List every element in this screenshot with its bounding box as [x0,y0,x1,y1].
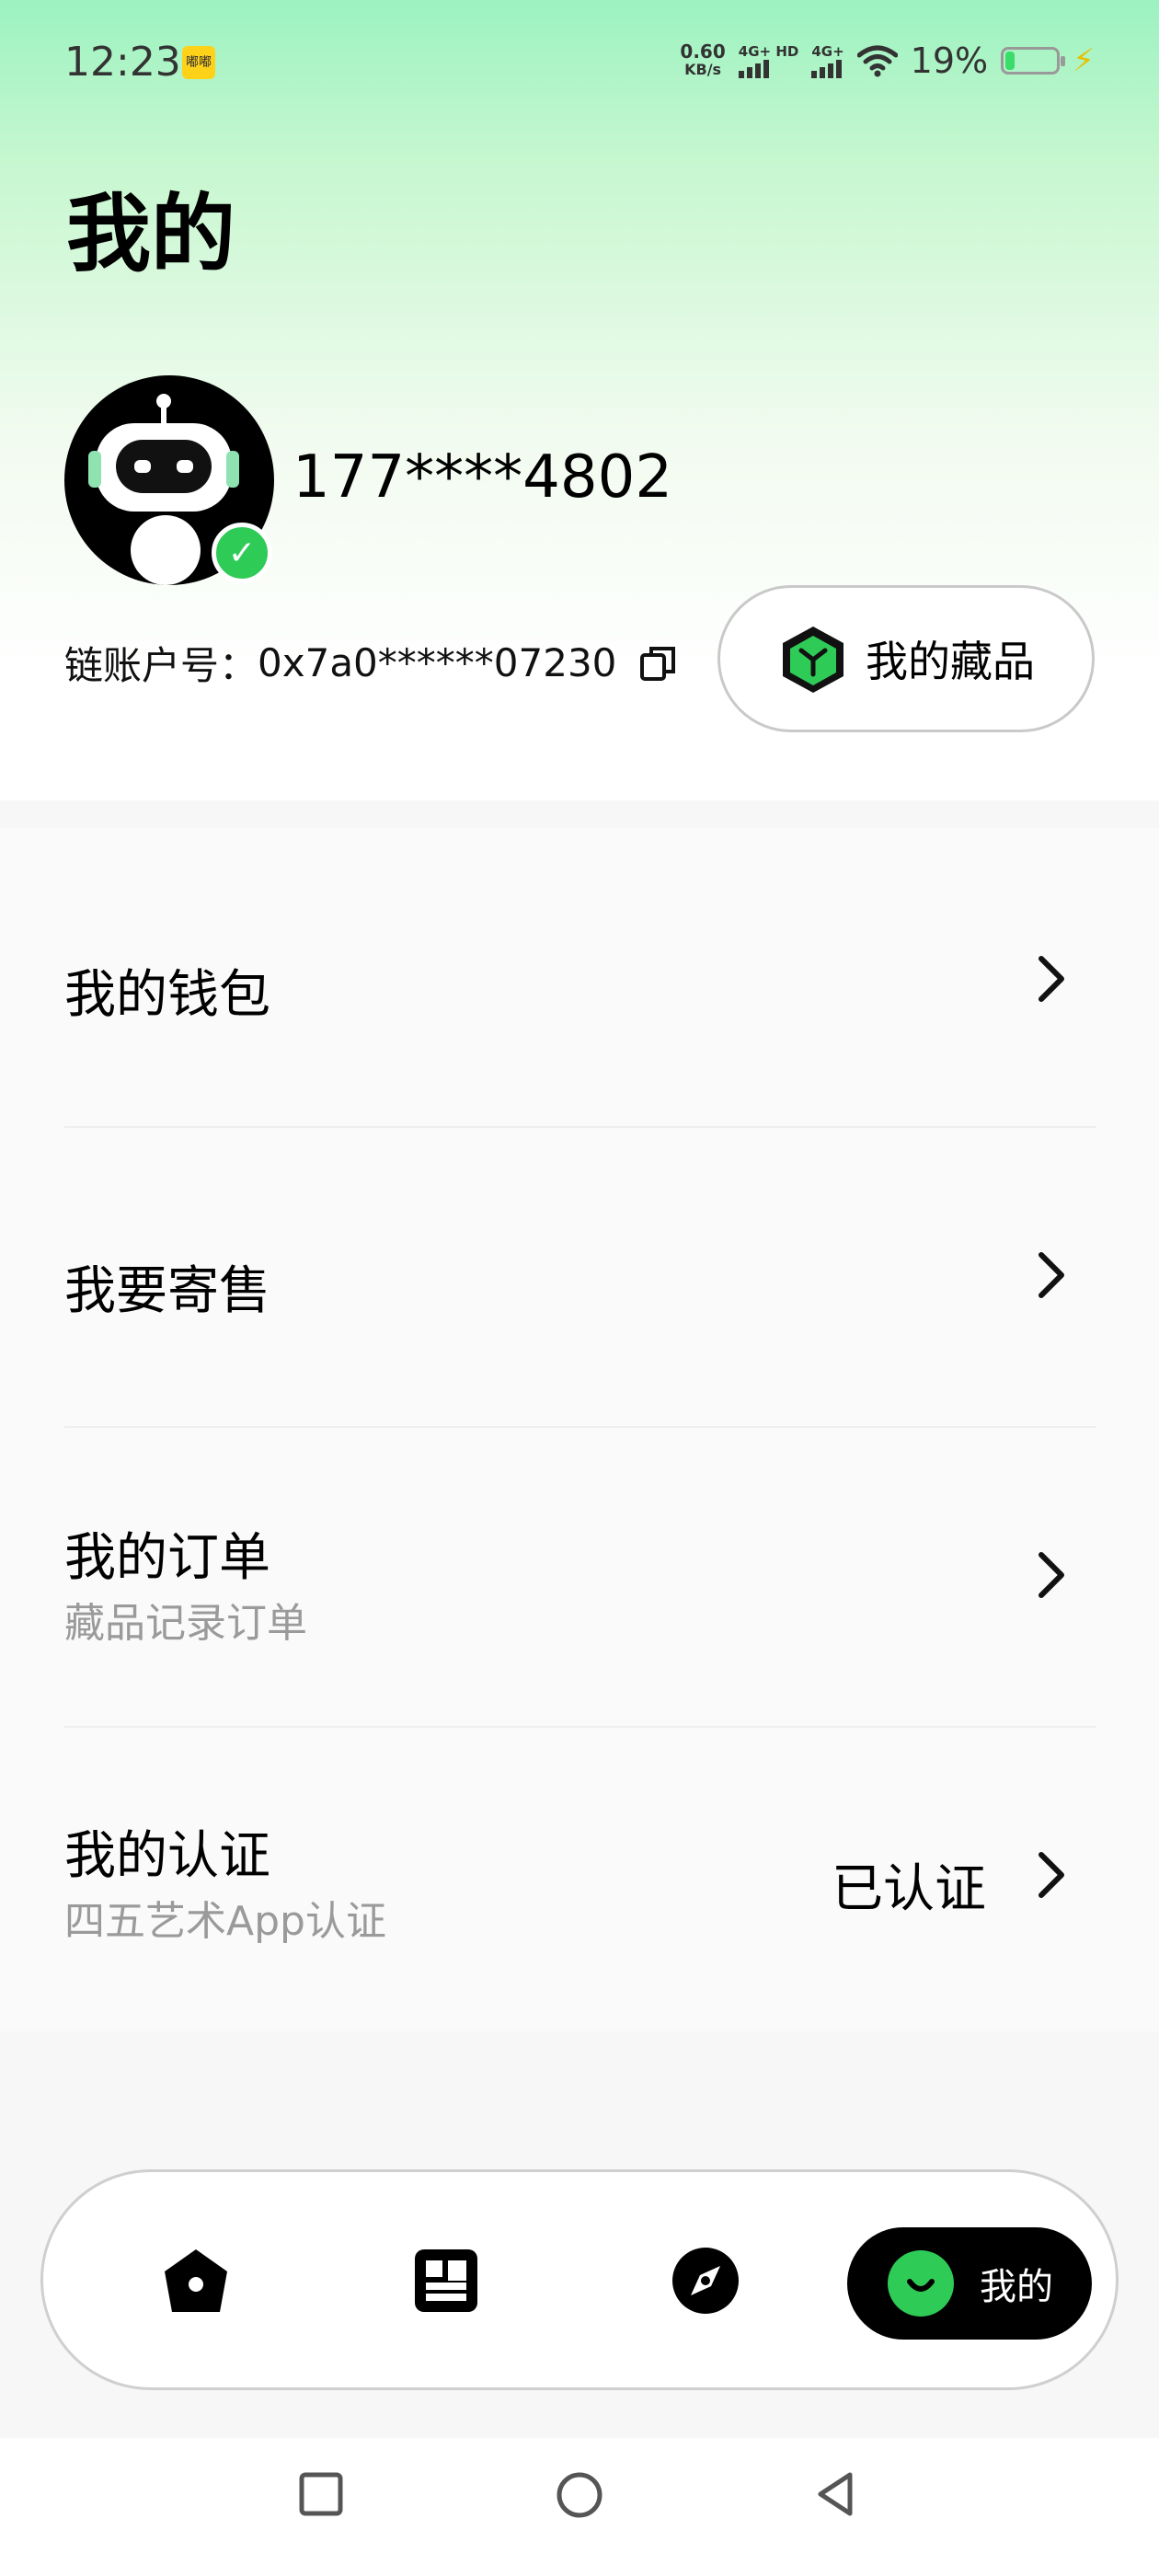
status-bar: 12:23 嘟嘟 0.60 KB/s 4G+ HD 4G+ 19% ⚡ [0,28,1159,101]
nav-item-mine[interactable]: 我的 [847,2227,1092,2340]
menu-item-orders[interactable]: 我的订单 藏品记录订单 [64,1428,1096,1728]
chain-account-label: 链账户号： [64,643,258,688]
menu-item-title: 我要寄售 [64,1261,270,1321]
bottom-nav: 我的 [40,2169,1119,2390]
home-button[interactable] [556,2471,603,2519]
menu-item-wallet[interactable]: 我的钱包 [64,828,1096,1128]
sim1-label: 4G+ HD [738,43,799,60]
market-icon[interactable] [411,2246,481,2316]
battery-percent: 19% [910,40,989,81]
page-title: 我的 [66,185,236,283]
menu-item-consign[interactable]: 我要寄售 [64,1128,1096,1428]
back-button[interactable] [813,2471,859,2517]
chevron-right-icon [1039,1252,1064,1298]
network-speed-value: 0.60 [680,40,726,63]
network-speed-unit: KB/s [684,61,722,78]
collection-cube-icon [783,627,843,693]
home-icon[interactable] [161,2246,231,2316]
sim2-signal-icon: 4G+ [811,43,844,78]
mine-icon [888,2250,954,2317]
status-time: 12:23 [64,39,181,86]
system-nav-bar [0,2438,1159,2576]
discover-icon[interactable] [671,2246,740,2316]
nav-item-mine-label: 我的 [980,2266,1053,2308]
charging-icon: ⚡ [1073,42,1095,79]
chevron-right-icon [1039,1552,1064,1598]
menu-item-verification[interactable]: 我的认证 四五艺术App认证 已认证 [64,1728,1096,2028]
verification-status: 已认证 [832,1859,986,1919]
verified-badge-icon: ✓ [212,523,272,583]
wifi-icon [856,45,898,77]
menu-item-title: 我的认证 [64,1826,270,1886]
menu-item-title: 我的钱包 [64,965,270,1025]
copy-icon[interactable] [638,644,677,683]
menu-item-subtitle: 藏品记录订单 [64,1600,307,1647]
my-collection-button[interactable]: 我的藏品 [717,585,1095,732]
my-collection-label: 我的藏品 [866,637,1035,686]
app-notification-icon: 嘟嘟 [182,46,215,79]
chevron-right-icon [1039,1852,1064,1898]
battery-icon [1001,47,1066,75]
sim1-signal-icon: 4G+ HD [738,43,799,78]
menu-item-title: 我的订单 [64,1528,270,1588]
chain-account-row: 链账户号： 0x7a0******07230 [64,635,677,691]
chevron-right-icon [1039,956,1064,1002]
menu-item-subtitle: 四五艺术App认证 [64,1898,386,1945]
recent-apps-button[interactable] [298,2471,344,2517]
battery-fill [1005,52,1016,70]
username: 177****4802 [293,443,673,512]
network-speed: 0.60 KB/s [680,42,725,79]
chain-account-value: 0x7a0******07230 [258,640,617,685]
sim2-label: 4G+ [811,43,844,60]
status-indicators: 0.60 KB/s 4G+ HD 4G+ 19% ⚡ [680,40,1095,81]
menu-list: 我的钱包 我要寄售 我的订单 藏品记录订单 我的认证 四五艺术App认证 已认证 [0,828,1159,2031]
